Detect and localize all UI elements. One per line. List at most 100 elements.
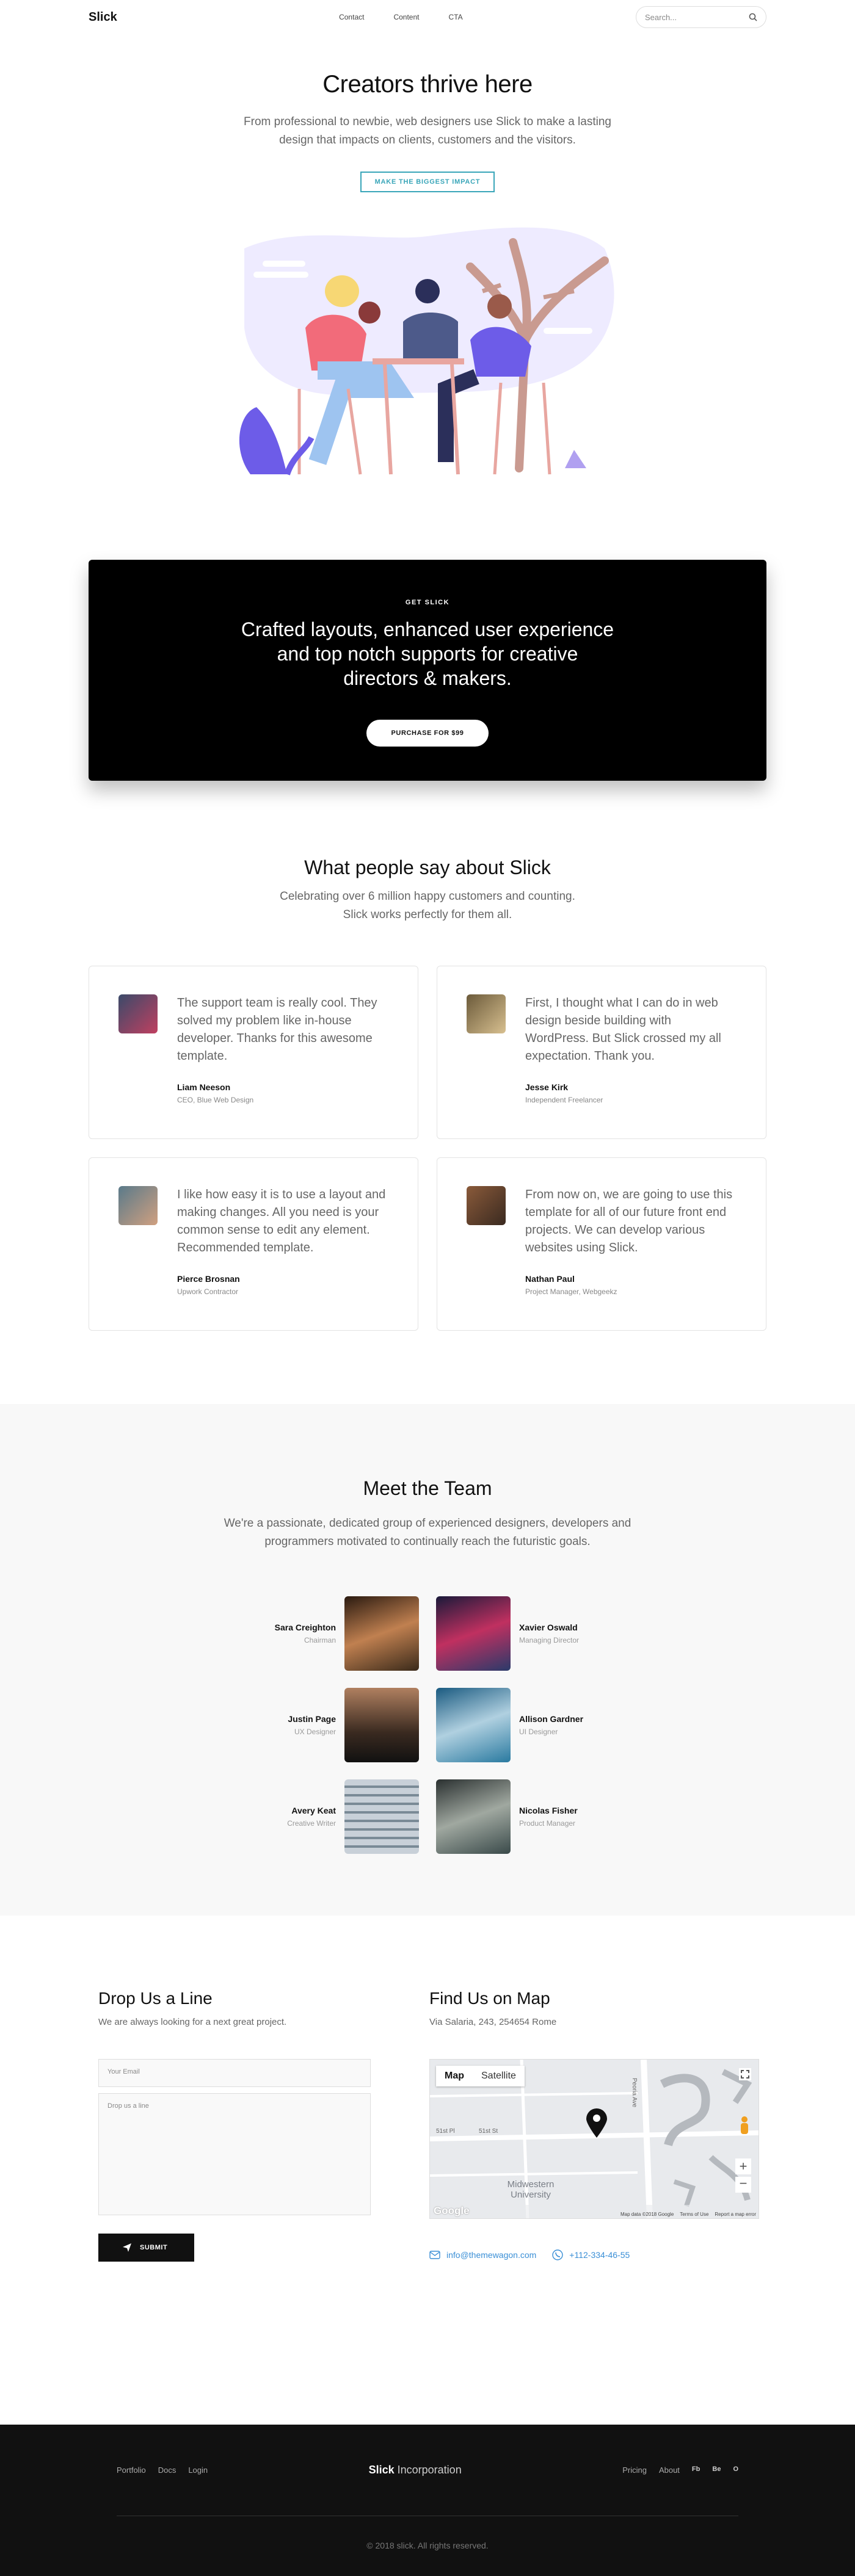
testimonial-card: The support team is really cool. They so… (89, 966, 418, 1139)
member-name: Justin Page (288, 1714, 336, 1724)
fullscreen-icon[interactable] (739, 2068, 751, 2080)
email-field[interactable]: Your Email (98, 2059, 371, 2087)
testimonial-card: From now on, we are going to use this te… (437, 1157, 766, 1331)
member-name: Nicolas Fisher (519, 1806, 578, 1815)
member-role: UX Designer (294, 1728, 336, 1736)
testimonials-section: What people say about Slick Celebrating … (89, 856, 766, 1331)
footer-link-pricing[interactable]: Pricing (622, 2466, 647, 2475)
map-type-tabs: Map Satellite (436, 2066, 525, 2086)
testimonial-card: First, I thought what I can do in web de… (437, 966, 766, 1139)
member-role: UI Designer (519, 1728, 558, 1736)
zoom-out-button[interactable]: − (735, 2177, 751, 2193)
team-member: Nicolas Fisher Product Manager (428, 1779, 611, 1854)
impact-button[interactable]: MAKE THE BIGGEST IMPACT (360, 172, 495, 192)
avatar (467, 994, 506, 1033)
member-photo (344, 1779, 419, 1854)
cta-kicker: GET SLICK (405, 599, 450, 606)
testimonial-name: Pierce Brosnan (177, 1274, 240, 1284)
team-section: Meet the Team We're a passionate, dedica… (0, 1404, 855, 1916)
team-member: Allison Gardner UI Designer (428, 1688, 611, 1762)
tab-satellite[interactable]: Satellite (473, 2066, 525, 2086)
contact-section: Drop Us a Line We are always looking for… (89, 1916, 766, 2262)
copyright: © 2018 slick. All rights reserved. (366, 2541, 489, 2550)
team-title: Meet the Team (363, 1477, 492, 1499)
testimonial-card: I like how easy it is to use a layout an… (89, 1157, 418, 1331)
footer-link-about[interactable]: About (659, 2466, 680, 2475)
street-view-icon[interactable] (739, 2116, 750, 2136)
hero-subtitle: From professional to newbie, web designe… (244, 115, 611, 147)
testimonial-name: Liam Neeson (177, 1082, 231, 1092)
phone-contact[interactable]: +112-334-46-55 (552, 2249, 630, 2260)
hero-title: Creators thrive here (322, 71, 533, 98)
member-role: Product Manager (519, 1819, 576, 1828)
tab-map[interactable]: Map (436, 2066, 473, 2086)
footer-left-links: Portfolio Docs Login (117, 2466, 208, 2475)
search-icon[interactable] (749, 13, 757, 21)
google-logo: Google (434, 2205, 470, 2216)
testimonial-role: Independent Freelancer (525, 1096, 603, 1104)
avatar (118, 1186, 158, 1225)
street-label: 51st Pl (436, 2128, 455, 2135)
nav-links: Contact Content CTA (339, 13, 463, 21)
map-pin-icon[interactable] (586, 2108, 607, 2138)
purchase-button[interactable]: PURCHASE FOR $99 (366, 720, 489, 747)
email-contact[interactable]: info@themewagon.com (429, 2249, 536, 2260)
footer-brand-bold: Slick (368, 2464, 395, 2476)
top-nav: Slick Contact Content CTA Search... (89, 0, 766, 34)
university-label: Midwestern University (507, 2179, 555, 2200)
testimonial-role: Upwork Contractor (177, 1287, 239, 1296)
map-data-label: Map data ©2018 Google (620, 2212, 674, 2217)
footer: Portfolio Docs Login Slick Incorporation… (0, 2425, 855, 2576)
phone-link[interactable]: +112-334-46-55 (569, 2250, 630, 2260)
footer-link-docs[interactable]: Docs (158, 2466, 176, 2475)
nav-content[interactable]: Content (393, 13, 419, 21)
search-input[interactable]: Search... (635, 6, 766, 28)
footer-right-links: Pricing About Fb Be O (622, 2466, 738, 2475)
behance-icon[interactable]: Be (712, 2466, 721, 2475)
contact-subtitle: We are always looking for a next great p… (98, 2017, 287, 2027)
map-column: Find Us on Map Via Salaria, 243, 254654 … (429, 1989, 759, 2262)
avatar (467, 1186, 506, 1225)
zoom-in-button[interactable]: + (735, 2158, 751, 2174)
member-photo (344, 1596, 419, 1671)
contact-title: Drop Us a Line (98, 1989, 213, 2008)
testimonial-quote: From now on, we are going to use this te… (525, 1188, 733, 1254)
submit-button[interactable]: SUBMIT (98, 2234, 195, 2262)
testimonial-quote: First, I thought what I can do in web de… (525, 996, 721, 1063)
message-textarea[interactable]: Drop us a line (98, 2093, 371, 2215)
testimonials-title: What people say about Slick (304, 856, 551, 878)
search-placeholder: Search... (644, 12, 677, 22)
contact-details: info@themewagon.com +112-334-46-55 (429, 2249, 702, 2260)
team-member: Avery Keat Creative Writer (244, 1779, 428, 1854)
dribbble-icon[interactable]: O (733, 2466, 738, 2475)
phone-icon (552, 2249, 563, 2260)
hero-section: Creators thrive here From professional t… (89, 34, 766, 493)
submit-label: SUBMIT (140, 2244, 168, 2251)
testimonial-quote: The support team is really cool. They so… (177, 996, 377, 1063)
team-member: Sara Creighton Chairman (244, 1596, 428, 1671)
member-name: Xavier Oswald (519, 1623, 578, 1632)
nav-cta[interactable]: CTA (448, 13, 462, 21)
email-link[interactable]: info@themewagon.com (446, 2250, 536, 2260)
map-address: Via Salaria, 243, 254654 Rome (429, 2017, 557, 2027)
avatar (118, 994, 158, 1033)
report-link[interactable]: Report a map error (715, 2212, 756, 2217)
footer-brand[interactable]: Slick Incorporation (369, 2464, 462, 2477)
contact-form: Drop Us a Line We are always looking for… (98, 1989, 371, 2262)
testimonial-quote: I like how easy it is to use a layout an… (177, 1188, 386, 1254)
member-name: Sara Creighton (274, 1623, 336, 1632)
footer-link-portfolio[interactable]: Portfolio (117, 2466, 146, 2475)
nav-contact[interactable]: Contact (339, 13, 364, 21)
footer-link-login[interactable]: Login (188, 2466, 208, 2475)
terms-link[interactable]: Terms of Use (680, 2212, 708, 2217)
paper-plane-icon (123, 2243, 131, 2252)
member-photo (436, 1596, 511, 1671)
facebook-icon[interactable]: Fb (692, 2466, 700, 2475)
member-photo (344, 1688, 419, 1762)
member-name: Allison Gardner (519, 1714, 584, 1724)
testimonial-name: Nathan Paul (525, 1274, 575, 1284)
team-subtitle: We're a passionate, dedicated group of e… (224, 1517, 631, 1548)
brand-logo[interactable]: Slick (89, 10, 117, 24)
map-widget[interactable]: Map Satellite + − 51st St 51st Pl Peoria… (429, 2059, 759, 2219)
envelope-icon (429, 2251, 440, 2259)
